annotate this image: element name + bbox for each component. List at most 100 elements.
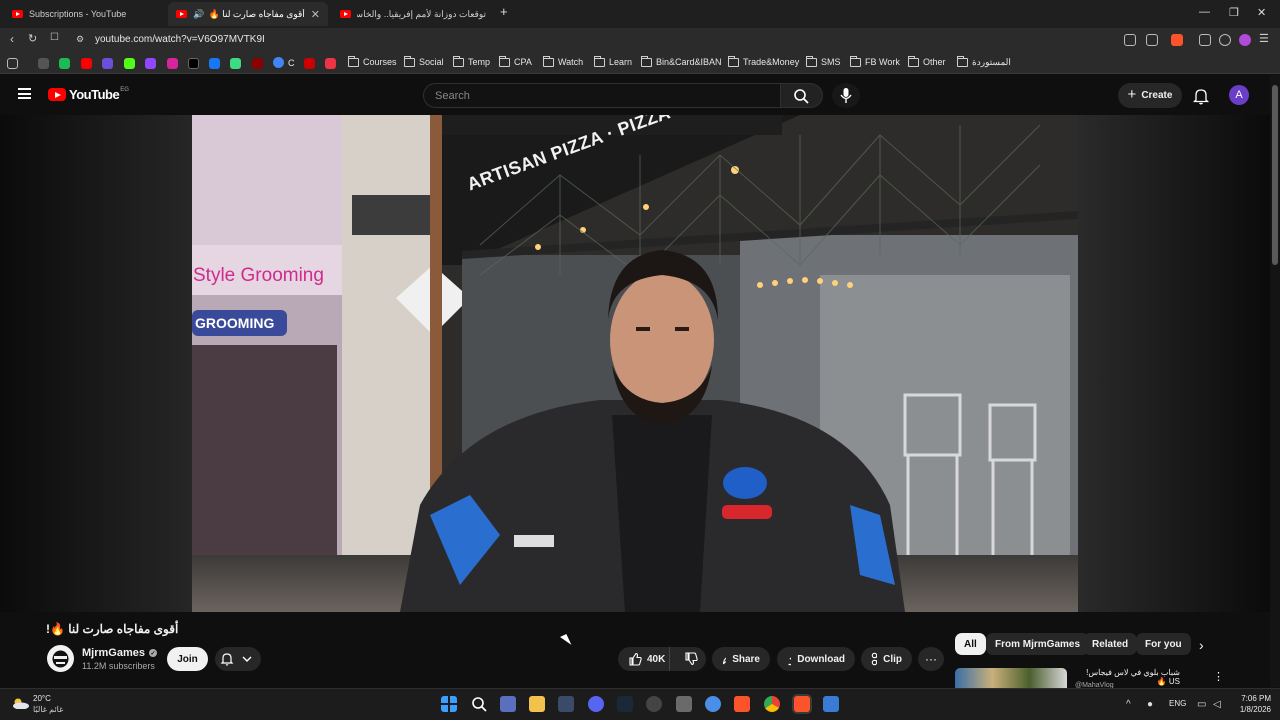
bookmark-folder-temp[interactable]: Temp xyxy=(453,55,490,67)
account-avatar[interactable]: A xyxy=(1229,85,1249,105)
app-icon[interactable] xyxy=(646,696,662,712)
youtube-logo[interactable]: YouTube EG xyxy=(48,87,129,102)
bookmark-site-icon[interactable] xyxy=(230,58,241,69)
bookmark-folder-sms[interactable]: SMS xyxy=(806,55,841,67)
app-icon[interactable] xyxy=(676,696,692,712)
bookmark-site-icon[interactable] xyxy=(124,58,135,69)
windows-start-icon[interactable] xyxy=(441,696,457,712)
guide-menu-icon[interactable] xyxy=(18,88,31,99)
bookmark-folder-courses[interactable]: Courses xyxy=(348,55,397,67)
bookmark-c[interactable]: C xyxy=(273,57,295,68)
voice-search-button[interactable] xyxy=(832,83,860,108)
youtube-favicon-icon xyxy=(176,10,187,18)
more-actions-button[interactable]: ··· xyxy=(918,647,944,671)
bookmark-site-icon[interactable] xyxy=(167,58,178,69)
audio-playing-icon[interactable]: 🔊 xyxy=(193,9,204,20)
x-icon[interactable] xyxy=(188,58,199,69)
bookmark-folder-bincard[interactable]: Bin&Card&IBAN xyxy=(641,55,722,67)
bookmark-site-icon[interactable] xyxy=(145,58,156,69)
browser-menu-icon[interactable]: ☰ xyxy=(1259,32,1269,45)
facebook-icon[interactable] xyxy=(209,58,220,69)
download-button[interactable]: Download xyxy=(777,647,855,671)
chip-related[interactable]: Related xyxy=(1083,633,1138,655)
video-player[interactable]: ARTISAN PIZZA · PIZZA CONES · Style Groo… xyxy=(0,115,1270,612)
subscription-notifications-button[interactable] xyxy=(215,647,261,671)
share-button[interactable]: Share xyxy=(712,647,770,671)
bookmark-site-icon[interactable] xyxy=(252,58,263,69)
chip-for-you[interactable]: For you xyxy=(1136,633,1191,655)
bookmark-site-icon[interactable] xyxy=(38,58,49,69)
recommendation-thumbnail[interactable] xyxy=(955,668,1067,688)
app-icon[interactable] xyxy=(823,696,839,712)
input-language[interactable]: ENG xyxy=(1169,699,1186,708)
scrollbar-thumb[interactable] xyxy=(1272,85,1278,265)
brave-browser-icon[interactable] xyxy=(734,696,750,712)
tray-overflow-icon[interactable]: ^ xyxy=(1126,699,1131,710)
share-page-icon[interactable] xyxy=(1146,34,1158,46)
bookmark-folder-trade[interactable]: Trade&Money xyxy=(728,55,799,67)
app-icon[interactable] xyxy=(705,696,721,712)
bookmark-folder-learn[interactable]: Learn xyxy=(594,55,632,67)
taskbar-search-icon[interactable] xyxy=(471,696,487,712)
volume-icon[interactable]: ◁ xyxy=(1213,699,1221,710)
extensions-icon[interactable] xyxy=(1199,34,1211,46)
bookmark-folder-fbwork[interactable]: FB Work xyxy=(850,55,900,67)
site-info-icon[interactable]: ⚙ xyxy=(76,34,84,45)
channel-name[interactable]: MjrmGames ✓ xyxy=(82,647,157,659)
page-scrollbar[interactable] xyxy=(1270,75,1280,687)
reload-icon[interactable]: ↻ xyxy=(28,32,37,45)
cast-icon[interactable] xyxy=(1124,34,1136,46)
bookmark-folder-social[interactable]: Social xyxy=(404,55,444,67)
bookmark-site-icon[interactable] xyxy=(102,58,113,69)
file-explorer-icon[interactable] xyxy=(529,696,545,712)
url-field[interactable]: youtube.com/watch?v=V6O97MVTK9I xyxy=(95,34,265,45)
media-icon[interactable] xyxy=(1219,34,1231,46)
steam-icon[interactable] xyxy=(617,696,633,712)
bookmark-site-icon[interactable] xyxy=(325,58,336,69)
dislike-button[interactable] xyxy=(676,652,706,666)
bookmark-site-icon[interactable] xyxy=(81,58,92,69)
task-view-icon[interactable] xyxy=(500,696,516,712)
close-window-button[interactable]: ✕ xyxy=(1257,6,1266,19)
chrome-icon[interactable] xyxy=(764,696,780,712)
search-input[interactable]: Search xyxy=(423,83,781,108)
bookmark-folder-watch[interactable]: Watch xyxy=(543,55,583,67)
bookmark-site-icon[interactable] xyxy=(59,58,70,69)
join-button[interactable]: Join xyxy=(167,647,208,671)
bookmark-site-icon[interactable] xyxy=(304,58,315,69)
chips-next-arrow-icon[interactable]: › xyxy=(1199,637,1204,653)
search-button[interactable] xyxy=(781,83,823,108)
weather-temperature[interactable]: 20°C xyxy=(33,694,51,703)
back-icon[interactable]: ‹ xyxy=(10,32,14,46)
bookmark-folder-other[interactable]: Other xyxy=(908,55,946,67)
channel-avatar[interactable] xyxy=(47,645,74,672)
chip-from-channel[interactable]: From MjrmGames xyxy=(986,633,1090,655)
notifications-bell-icon[interactable] xyxy=(1192,87,1210,105)
network-icon[interactable]: ▭ xyxy=(1197,699,1206,710)
new-tab-button[interactable]: + xyxy=(500,4,508,19)
cloudy-weather-icon[interactable] xyxy=(11,697,29,709)
tab-afcon[interactable]: توقعات دوزانة لأمم إفريقيا.. والخاسر له xyxy=(332,2,494,26)
leo-icon[interactable] xyxy=(1239,34,1251,46)
bookmark-folder-cpa[interactable]: CPA xyxy=(499,55,532,67)
brave-shield-icon[interactable] xyxy=(1171,34,1183,46)
like-button[interactable]: 40K xyxy=(618,647,670,671)
tray-mic-icon[interactable]: ● xyxy=(1147,699,1153,710)
chip-all[interactable]: All xyxy=(955,633,986,655)
tab-subscriptions[interactable]: Subscriptions - YouTube xyxy=(4,2,166,26)
brave-active-icon[interactable] xyxy=(794,696,810,712)
apps-grid-icon[interactable] xyxy=(7,58,18,69)
clip-button[interactable]: Clip xyxy=(861,647,912,671)
discord-icon[interactable] xyxy=(588,696,604,712)
tab-current-video[interactable]: 🔊 أقوى مفاجاه صارت لنا 🔥! - e ✕ xyxy=(168,2,328,26)
minimize-button[interactable]: — xyxy=(1199,6,1210,18)
clock-date[interactable]: 1/8/2026 xyxy=(1231,705,1271,714)
bookmark-icon[interactable]: ☐ xyxy=(50,32,59,43)
create-button[interactable]: + Create xyxy=(1118,83,1182,108)
close-tab-icon[interactable]: ✕ xyxy=(311,8,320,21)
recommendation-menu-icon[interactable]: ⋮ xyxy=(1213,670,1224,683)
bookmark-folder-imported[interactable]: المستوردة xyxy=(957,56,1011,68)
clock-time[interactable]: 7:06 PM xyxy=(1235,694,1271,703)
restore-button[interactable]: ❐ xyxy=(1229,6,1239,19)
app-icon[interactable] xyxy=(558,696,574,712)
